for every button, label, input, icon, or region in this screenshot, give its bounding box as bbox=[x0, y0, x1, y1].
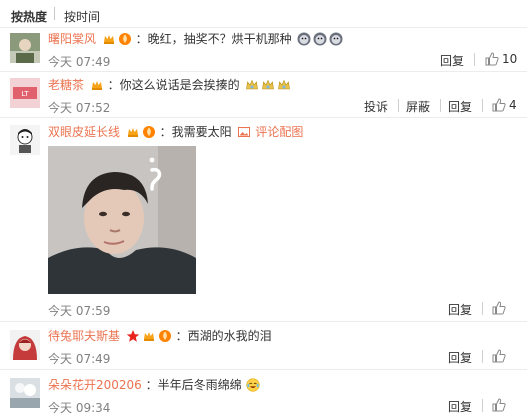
thumbs-up-icon[interactable] bbox=[492, 398, 506, 412]
username[interactable]: 老糖茶 bbox=[48, 78, 84, 92]
comment-text: ：晚红，抽奖不？烘干机那种 bbox=[135, 32, 292, 46]
crown-icon bbox=[245, 78, 259, 92]
svg-text:LT: LT bbox=[21, 90, 29, 98]
doge-icon bbox=[313, 32, 327, 46]
reply-button[interactable]: 回复 bbox=[448, 398, 472, 415]
comment-item: LT 老糖茶 ：你这么说话是会挨揍的 今天 07:52 投诉 屏蔽 回复 4 bbox=[0, 72, 527, 116]
action-divider bbox=[482, 399, 483, 412]
vip-badge-icon bbox=[142, 329, 156, 343]
doge-icon bbox=[297, 32, 311, 46]
avatar[interactable] bbox=[10, 125, 40, 155]
thumbs-up-icon[interactable] bbox=[485, 52, 499, 66]
sort-divider bbox=[54, 7, 55, 20]
comment-text: ：你这么说话是会挨揍的 bbox=[107, 78, 240, 92]
action-divider bbox=[482, 99, 483, 112]
username[interactable]: 待兔耶夫斯基 bbox=[48, 329, 120, 343]
reply-button[interactable]: 回复 bbox=[448, 98, 472, 115]
thumbs-up-icon[interactable] bbox=[492, 349, 506, 363]
sort-bar: 按热度 按时间 bbox=[0, 0, 527, 27]
report-button[interactable]: 投诉 bbox=[364, 98, 388, 115]
comment-text: ：半年后冬雨绵绵 bbox=[145, 378, 242, 392]
thumbs-up-icon[interactable] bbox=[492, 98, 506, 112]
comment-text: ：西湖的水我的泪 bbox=[175, 329, 272, 343]
level-badge-icon bbox=[142, 125, 156, 139]
sort-by-hot[interactable]: 按热度 bbox=[11, 8, 47, 25]
crown-icon bbox=[277, 78, 291, 92]
timestamp: 今天 09:34 bbox=[48, 401, 111, 415]
image-icon bbox=[237, 125, 251, 139]
avatar[interactable]: LT bbox=[10, 78, 40, 108]
action-divider bbox=[482, 350, 483, 363]
comment-image-link[interactable]: 评论配图 bbox=[255, 125, 303, 139]
vip-badge-icon bbox=[102, 32, 116, 46]
like-count: 10 bbox=[502, 52, 518, 66]
comment-image[interactable] bbox=[48, 146, 196, 294]
avatar[interactable] bbox=[10, 378, 40, 408]
reply-button[interactable]: 回复 bbox=[448, 301, 472, 318]
laugh-cry-icon bbox=[246, 378, 261, 392]
comment-item: 待兔耶夫斯基 ：西湖的水我的泪 今天 07:49 回复 bbox=[0, 322, 527, 366]
vip-badge-icon bbox=[90, 78, 104, 92]
sort-by-time[interactable]: 按时间 bbox=[64, 8, 100, 25]
action-divider bbox=[398, 99, 399, 112]
username[interactable]: 朵朵花开200206 bbox=[48, 378, 142, 392]
like-count: 4 bbox=[509, 98, 517, 112]
username[interactable]: 双眼皮延长线 bbox=[48, 125, 120, 139]
timestamp: 今天 07:52 bbox=[48, 101, 111, 115]
block-button[interactable]: 屏蔽 bbox=[406, 98, 430, 115]
comment-item: 双眼皮延长线 ：我需要太阳 评论配图 今天 07:59 回复 bbox=[0, 118, 527, 320]
doge-icon bbox=[329, 32, 343, 46]
reply-button[interactable]: 回复 bbox=[440, 52, 464, 69]
reply-button[interactable]: 回复 bbox=[448, 349, 472, 366]
username[interactable]: 曙阳棠风 bbox=[48, 32, 96, 46]
vip-badge-icon bbox=[126, 125, 140, 139]
action-divider bbox=[474, 53, 475, 66]
avatar[interactable] bbox=[10, 330, 40, 360]
comment-item: 朵朵花开200206 ：半年后冬雨绵绵 今天 09:34 回复 bbox=[0, 370, 527, 416]
timestamp: 今天 07:49 bbox=[48, 352, 111, 366]
crown-icon bbox=[261, 78, 275, 92]
level-badge-icon bbox=[158, 329, 172, 343]
comment-text: ：我需要太阳 bbox=[159, 125, 232, 139]
timestamp: 今天 07:59 bbox=[48, 304, 111, 318]
comment-item: 曙阳棠风 ：晚红，抽奖不？烘干机那种 今天 07:49 回复 10 bbox=[0, 28, 527, 70]
level-badge-icon bbox=[118, 32, 132, 46]
action-divider bbox=[482, 302, 483, 315]
star-badge-icon bbox=[126, 329, 140, 343]
avatar[interactable] bbox=[10, 33, 40, 63]
thumbs-up-icon[interactable] bbox=[492, 301, 506, 315]
timestamp: 今天 07:49 bbox=[48, 55, 111, 69]
action-divider bbox=[440, 99, 441, 112]
